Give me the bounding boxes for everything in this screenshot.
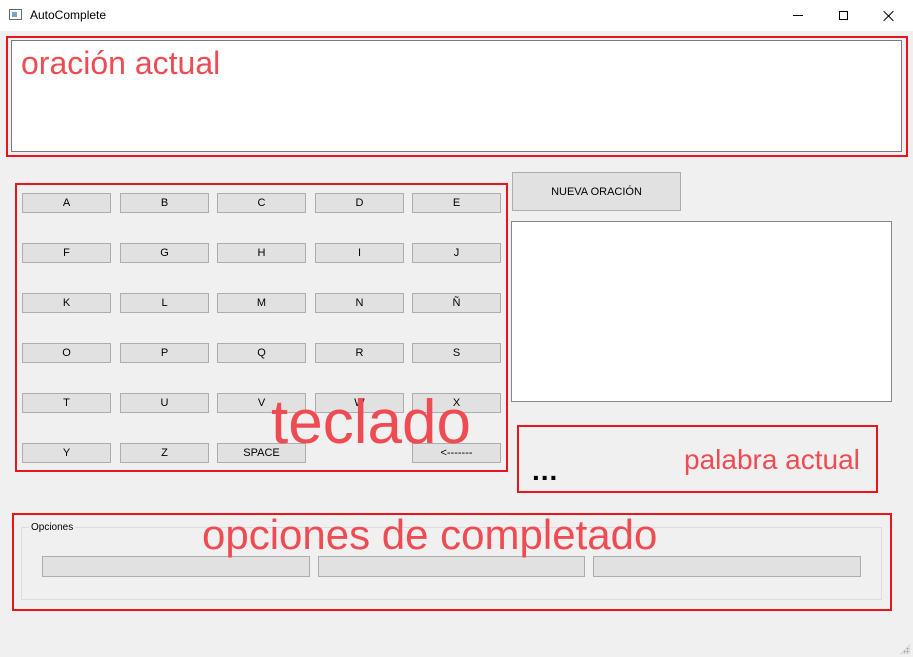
key-m[interactable]: M [217, 293, 306, 313]
option-button-1[interactable] [42, 556, 310, 577]
current-word-annotation-label: palabra actual [684, 444, 860, 475]
key-p[interactable]: P [120, 343, 209, 363]
key-b[interactable]: B [120, 193, 209, 213]
key-c[interactable]: C [217, 193, 306, 213]
key-u[interactable]: U [120, 393, 209, 413]
key-r[interactable]: R [315, 343, 404, 363]
key-y[interactable]: Y [22, 443, 111, 463]
key-n[interactable]: N [315, 293, 404, 313]
key-z[interactable]: Z [120, 443, 209, 463]
resize-grip-icon[interactable] [900, 644, 910, 654]
minimize-icon [793, 15, 803, 16]
key-ñ[interactable]: Ñ [412, 293, 501, 313]
current-word-display: ... [532, 455, 559, 486]
key-s[interactable]: S [412, 343, 501, 363]
key-h[interactable]: H [217, 243, 306, 263]
key-i[interactable]: I [315, 243, 404, 263]
minimize-button[interactable] [775, 0, 821, 31]
key-e[interactable]: E [412, 193, 501, 213]
app-window-icon [9, 9, 22, 20]
key-a[interactable]: A [22, 193, 111, 213]
title-bar: AutoComplete [0, 0, 913, 31]
key-d[interactable]: D [315, 193, 404, 213]
sentence-annotation-label: oración actual [21, 45, 221, 81]
window-title: AutoComplete [30, 8, 107, 22]
maximize-button[interactable] [820, 0, 866, 31]
maximize-icon [838, 11, 848, 20]
options-annotation-label: opciones de completado [202, 511, 658, 558]
option-button-2[interactable] [318, 556, 585, 577]
key-t[interactable]: T [22, 393, 111, 413]
suggestion-list[interactable] [511, 221, 892, 402]
options-group-title: Opciones [29, 522, 76, 533]
key-g[interactable]: G [120, 243, 209, 263]
key-k[interactable]: K [22, 293, 111, 313]
key-f[interactable]: F [22, 243, 111, 263]
close-button[interactable] [866, 0, 912, 31]
key-q[interactable]: Q [217, 343, 306, 363]
key-l[interactable]: L [120, 293, 209, 313]
close-icon [883, 10, 895, 22]
option-button-3[interactable] [593, 556, 861, 577]
new-sentence-button[interactable]: NUEVA ORACIÓN [512, 172, 681, 211]
keyboard-annotation-label: teclado [271, 388, 471, 457]
key-o[interactable]: O [22, 343, 111, 363]
key-j[interactable]: J [412, 243, 501, 263]
